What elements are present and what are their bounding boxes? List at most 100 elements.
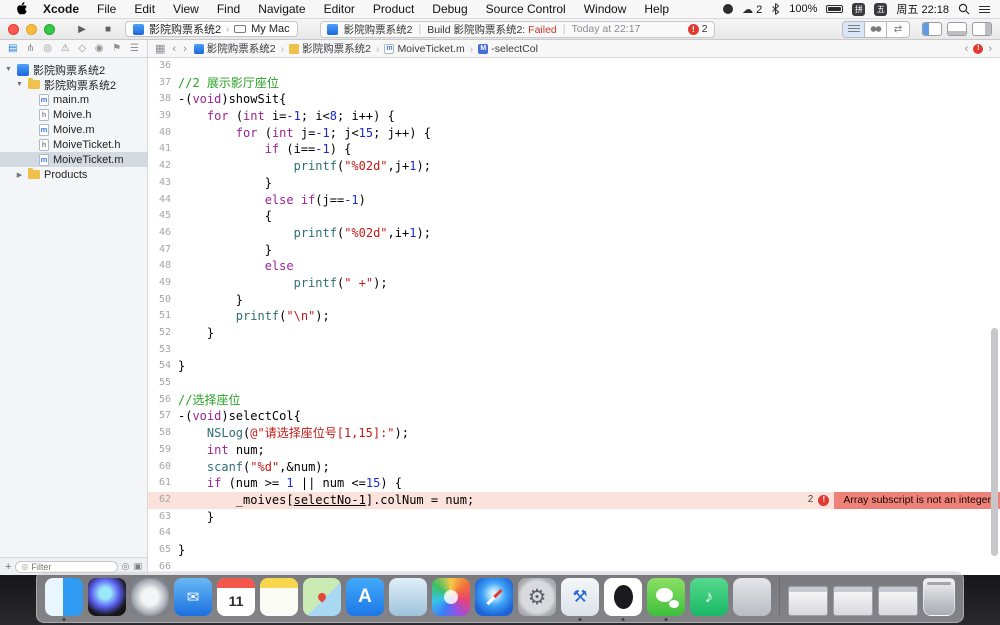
line-number[interactable]: 39 — [148, 108, 178, 125]
code-line[interactable]: 40 for (int j=-1; j<15; j++) { — [148, 125, 1000, 142]
code-line[interactable]: 39 for (int i=-1; i<8; i++) { — [148, 108, 1000, 125]
add-button[interactable]: + — [5, 561, 11, 573]
line-number[interactable]: 56 — [148, 392, 178, 409]
bluetooth-icon[interactable] — [771, 3, 780, 15]
code-line[interactable]: 57 -(void)selectCol{ — [148, 408, 1000, 425]
finder-icon[interactable] — [45, 578, 83, 621]
line-number[interactable]: 45 — [148, 208, 178, 225]
standard-editor-button[interactable] — [843, 21, 865, 37]
vertical-scrollbar[interactable] — [991, 328, 998, 556]
tree-row[interactable]: h MoiveTicket.h — [0, 137, 147, 152]
breadcrumb-item[interactable]: 影院购票系统2 — [193, 41, 276, 56]
code-line[interactable]: 46 printf("%02d",i+1); — [148, 225, 1000, 242]
zoom-window-button[interactable] — [44, 23, 55, 35]
code-line[interactable]: 48 else — [148, 258, 1000, 275]
code-line[interactable]: 52 } — [148, 325, 1000, 342]
line-number[interactable]: 57 — [148, 408, 178, 425]
reports-navigator-icon[interactable]: ☰ — [130, 43, 139, 54]
code-line[interactable]: 36 — [148, 58, 1000, 75]
line-number[interactable]: 53 — [148, 342, 178, 359]
disclosure-icon[interactable]: ▼ — [4, 66, 13, 73]
wechat-icon[interactable] — [647, 578, 685, 621]
qq-icon[interactable] — [604, 578, 642, 621]
siri-icon[interactable] — [88, 578, 126, 616]
minimized-window[interactable] — [878, 586, 918, 616]
assistant-editor-button[interactable] — [865, 21, 887, 37]
stop-button[interactable]: ■ — [99, 24, 117, 35]
battery-icon[interactable] — [826, 5, 844, 13]
code-line[interactable]: 59 int num; — [148, 442, 1000, 459]
code-line[interactable]: 37//2 展示影厅座位 — [148, 75, 1000, 92]
line-number[interactable]: 48 — [148, 258, 178, 275]
calendar-icon[interactable]: 11 — [217, 578, 255, 616]
app-store-icon[interactable]: A — [346, 578, 384, 616]
menu-item-3[interactable]: View — [164, 2, 208, 16]
line-number[interactable]: 54 — [148, 358, 178, 375]
source-editor[interactable]: 36 37//2 展示影厅座位 38 -(void)showSit{39 for (i… — [148, 58, 1000, 575]
line-number[interactable]: 44 — [148, 192, 178, 209]
version-editor-button[interactable]: ⇄ — [887, 21, 909, 37]
issue-badge-icon[interactable]: ! — [973, 43, 984, 54]
menu-item-5[interactable]: Navigate — [249, 2, 314, 16]
disclosure-icon[interactable]: ▶ — [15, 171, 24, 179]
menu-item-10[interactable]: Window — [575, 2, 636, 16]
code-line[interactable]: 56//选择座位 — [148, 392, 1000, 409]
line-number[interactable]: 60 — [148, 459, 178, 476]
code-line[interactable]: 47 } — [148, 242, 1000, 259]
tree-row[interactable]: h Moive.h — [0, 107, 147, 122]
line-number[interactable]: 52 — [148, 325, 178, 342]
tree-row[interactable]: m main.m — [0, 92, 147, 107]
tests-navigator-icon[interactable]: ◇ — [78, 43, 86, 54]
notes-icon[interactable] — [260, 578, 298, 616]
run-button[interactable]: ▶ — [73, 24, 91, 35]
tree-row[interactable]: m Moive.m — [0, 122, 147, 137]
line-number[interactable]: 58 — [148, 425, 178, 442]
trash-icon[interactable] — [923, 578, 955, 616]
toggle-inspector-button[interactable] — [972, 22, 992, 36]
wubi-input-icon[interactable]: 五 — [874, 2, 888, 16]
menu-item-7[interactable]: Product — [364, 2, 423, 16]
project-navigator-icon[interactable]: ▤ — [8, 43, 17, 54]
related-items-icon[interactable]: ▦ — [155, 42, 165, 55]
code-line[interactable]: 61 if (num >= 1 || num <=15) { — [148, 475, 1000, 492]
code-line[interactable]: 43 } — [148, 175, 1000, 192]
back-button[interactable]: ‹ — [172, 43, 176, 55]
breakpoints-navigator-icon[interactable]: ⚑ — [112, 43, 121, 54]
line-number[interactable]: 46 — [148, 225, 178, 242]
system-preferences-icon[interactable]: ⚙ — [518, 578, 556, 616]
code-line[interactable]: 65} — [148, 542, 1000, 559]
moon-icon[interactable] — [723, 4, 734, 14]
debug-navigator-icon[interactable]: ◉ — [95, 43, 104, 54]
code-line[interactable]: 64 — [148, 525, 1000, 542]
code-line[interactable]: 60 scanf("%d",&num); — [148, 459, 1000, 476]
line-number[interactable]: 36 — [148, 58, 178, 75]
previous-issue-button[interactable]: ‹ — [965, 43, 969, 55]
input-method-icon[interactable]: 拼 — [852, 2, 866, 16]
breadcrumb-item[interactable]: 影院购票系统2 — [289, 41, 371, 56]
minimized-window[interactable] — [833, 586, 873, 616]
find-navigator-icon[interactable]: ◎ — [43, 43, 52, 54]
code-line[interactable]: 41 if (i==-1) { — [148, 141, 1000, 158]
spotlight-search-icon[interactable] — [958, 3, 970, 15]
line-number[interactable]: 59 — [148, 442, 178, 459]
code-line[interactable]: 53 — [148, 342, 1000, 359]
mail-icon[interactable]: ✉ — [174, 578, 212, 616]
other-app-icon[interactable] — [733, 578, 771, 616]
code-line[interactable]: 55 — [148, 375, 1000, 392]
tree-row[interactable]: ▶ Products — [0, 167, 147, 182]
line-number[interactable]: 40 — [148, 125, 178, 142]
code-line[interactable]: 49 printf(" +"); — [148, 275, 1000, 292]
line-number[interactable]: 38 — [148, 91, 178, 108]
cloud-status[interactable]: ☁ 2 — [742, 3, 762, 16]
xcode-icon[interactable]: ⚒ — [561, 578, 599, 621]
line-number[interactable]: 63 — [148, 509, 178, 526]
code-line[interactable]: 62 _moives[selectNo-1].colNum = num; 2! Ar… — [148, 491, 1000, 509]
launchpad-icon[interactable] — [131, 578, 169, 616]
line-number[interactable]: 51 — [148, 308, 178, 325]
code-line[interactable]: 63 } — [148, 509, 1000, 526]
menu-item-9[interactable]: Source Control — [477, 2, 575, 16]
next-issue-button[interactable]: › — [988, 43, 992, 55]
menu-item-4[interactable]: Find — [208, 2, 249, 16]
minimize-window-button[interactable] — [26, 23, 37, 35]
line-number[interactable]: 62 — [148, 492, 178, 509]
